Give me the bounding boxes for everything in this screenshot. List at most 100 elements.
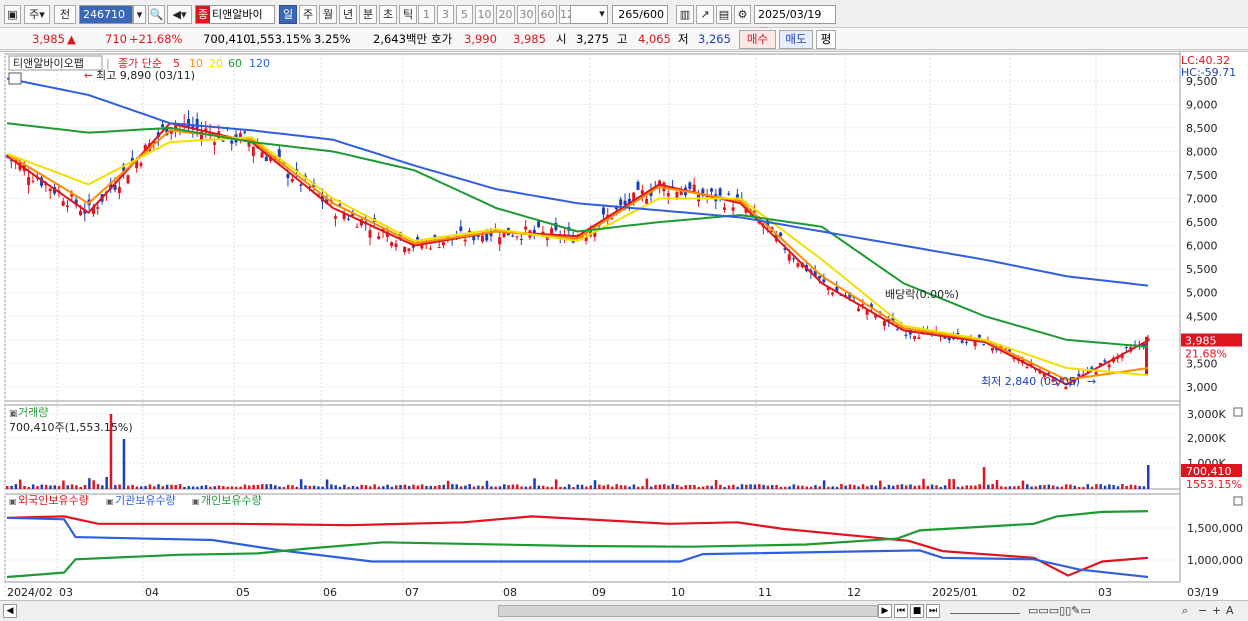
volume-bar bbox=[278, 486, 281, 489]
speaker-icon[interactable]: ◀▾ bbox=[167, 5, 192, 24]
volume-bar bbox=[485, 480, 489, 489]
chart-type-icon[interactable]: ▥ bbox=[676, 5, 694, 24]
stock-name: 티앤알바이 bbox=[212, 8, 263, 21]
price-y-tick: 8,500 bbox=[1186, 122, 1218, 135]
count-input[interactable]: 265/600 bbox=[612, 5, 668, 24]
scope-button[interactable]: 전 bbox=[54, 5, 76, 24]
date-input[interactable]: 2025/03/19 ▦ bbox=[754, 5, 836, 38]
volume-bar bbox=[127, 485, 130, 489]
scrollbar-thumb[interactable] bbox=[498, 605, 878, 617]
ma-legend-60: 60 bbox=[228, 57, 242, 70]
sell-button[interactable]: 매도 bbox=[779, 30, 813, 49]
candle-body bbox=[333, 216, 337, 219]
holding-legend-icon: ▣ bbox=[106, 497, 114, 506]
volume-bar bbox=[511, 484, 515, 489]
volume-bar bbox=[269, 484, 273, 489]
period-button-5[interactable]: 초 bbox=[379, 5, 397, 24]
interval-button-6[interactable]: 60 bbox=[538, 5, 557, 24]
candle-body bbox=[636, 181, 640, 190]
volume-bar bbox=[1138, 486, 1141, 489]
period-button-0[interactable]: 일 bbox=[279, 5, 297, 24]
volume-bar bbox=[987, 484, 990, 489]
period-button-4[interactable]: 분 bbox=[359, 5, 377, 24]
volume-pct-text: 1553.15% bbox=[1186, 478, 1242, 491]
eval-button[interactable]: 평 bbox=[816, 30, 836, 49]
volume-bar bbox=[1030, 486, 1033, 489]
font-size-icon[interactable]: A bbox=[1226, 604, 1234, 618]
volume-bar bbox=[455, 484, 458, 489]
rewind-icon[interactable]: ⏮ bbox=[894, 604, 908, 618]
volume-bar bbox=[948, 479, 951, 489]
holding-close-icon[interactable] bbox=[1233, 496, 1243, 506]
volume-bar bbox=[40, 484, 44, 489]
table-icon[interactable] bbox=[8, 72, 22, 85]
volume-bar bbox=[317, 486, 320, 489]
candle-body bbox=[913, 336, 917, 339]
candle-body bbox=[264, 156, 268, 161]
interval-button-0[interactable]: 1 bbox=[418, 5, 435, 24]
interval-button-1[interactable]: 3 bbox=[437, 5, 454, 24]
interval-dropdown-icon[interactable]: ▾ bbox=[596, 5, 608, 24]
zoom-slider[interactable] bbox=[950, 604, 1020, 614]
market-type-select[interactable]: 주▾ bbox=[24, 5, 50, 24]
window-menu-icon[interactable]: ▣ bbox=[4, 5, 21, 24]
period-button-1[interactable]: 주 bbox=[299, 5, 317, 24]
period-button-6[interactable]: 틱 bbox=[399, 5, 417, 24]
volume-bar bbox=[1021, 480, 1025, 489]
interval-button-3[interactable]: 10 bbox=[475, 5, 494, 24]
stop-icon[interactable]: ■ bbox=[910, 604, 924, 618]
volume-bar bbox=[758, 484, 761, 489]
volume-bar bbox=[157, 484, 160, 489]
volume-bar bbox=[952, 478, 956, 489]
volume-bar bbox=[1043, 485, 1046, 489]
x-tick-label: 03 bbox=[59, 586, 73, 599]
candle-body bbox=[66, 205, 70, 208]
chart-area[interactable]: 2024/02 03 04 05 06 07 08 09 10 11 12 2025/01 02 03 03… bbox=[0, 51, 1248, 601]
zoom-in-icon[interactable]: + bbox=[1212, 604, 1221, 618]
low-label: 저 bbox=[678, 32, 689, 46]
volume-bar bbox=[88, 478, 91, 489]
buy-button[interactable]: 매수 bbox=[739, 30, 776, 49]
code-dropdown-icon[interactable]: ▾ bbox=[133, 5, 146, 24]
zoom-icon[interactable]: ⌕ bbox=[1182, 604, 1188, 618]
interval-button-5[interactable]: 30 bbox=[517, 5, 536, 24]
forward-icon[interactable]: ⏭ bbox=[926, 604, 940, 618]
volume-bar bbox=[260, 484, 264, 489]
volume-bar bbox=[671, 484, 675, 489]
scroll-left-button[interactable]: ◀ bbox=[3, 604, 17, 618]
volume-bar bbox=[377, 486, 381, 489]
candle-body bbox=[485, 233, 489, 241]
gear-icon[interactable]: ⚙ bbox=[734, 5, 751, 24]
draw-tool-icon[interactable]: ↗ bbox=[696, 5, 714, 24]
volume-bar bbox=[1147, 465, 1150, 489]
interval-button-2[interactable]: 5 bbox=[456, 5, 473, 24]
scroll-right-button[interactable]: ▶ bbox=[878, 604, 892, 618]
stock-name-field[interactable]: 종 티앤알바이 bbox=[195, 5, 275, 24]
chart-svg[interactable]: 2024/02 03 04 05 06 07 08 09 10 11 12 2025/01 02 03 03… bbox=[0, 52, 1248, 601]
volume-bar bbox=[114, 485, 117, 489]
volume-bar bbox=[917, 485, 921, 489]
save-icon[interactable]: ▤ bbox=[716, 5, 732, 24]
volume-bar bbox=[991, 484, 994, 489]
search-icon[interactable]: 🔍 bbox=[148, 5, 165, 24]
volume-close-icon[interactable] bbox=[1233, 407, 1243, 417]
volume-bar bbox=[165, 484, 169, 489]
volume-bar bbox=[533, 478, 536, 489]
period-button-2[interactable]: 월 bbox=[319, 5, 337, 24]
volume-bar bbox=[848, 484, 852, 489]
holding-legend-2: 개인보유수량 bbox=[201, 494, 262, 507]
volume-bar bbox=[382, 486, 385, 489]
stock-code-input[interactable]: 246710 bbox=[79, 5, 133, 24]
price-y-tick: 6,500 bbox=[1186, 216, 1218, 229]
layout-icons[interactable]: ▭▭▭▯▯✎▭ bbox=[1028, 604, 1091, 618]
volume-bar bbox=[438, 484, 441, 489]
interval-button-4[interactable]: 20 bbox=[496, 5, 515, 24]
candle-body bbox=[982, 344, 986, 346]
volume-bar bbox=[788, 486, 791, 489]
volume-bar bbox=[611, 486, 614, 489]
holding-legend-icon: ▣ bbox=[9, 497, 17, 506]
price-y-tick: 6,000 bbox=[1186, 240, 1218, 253]
zoom-out-icon[interactable]: − bbox=[1198, 604, 1207, 618]
volume-marker-text: 700,410 bbox=[1186, 465, 1232, 478]
period-button-3[interactable]: 년 bbox=[339, 5, 357, 24]
